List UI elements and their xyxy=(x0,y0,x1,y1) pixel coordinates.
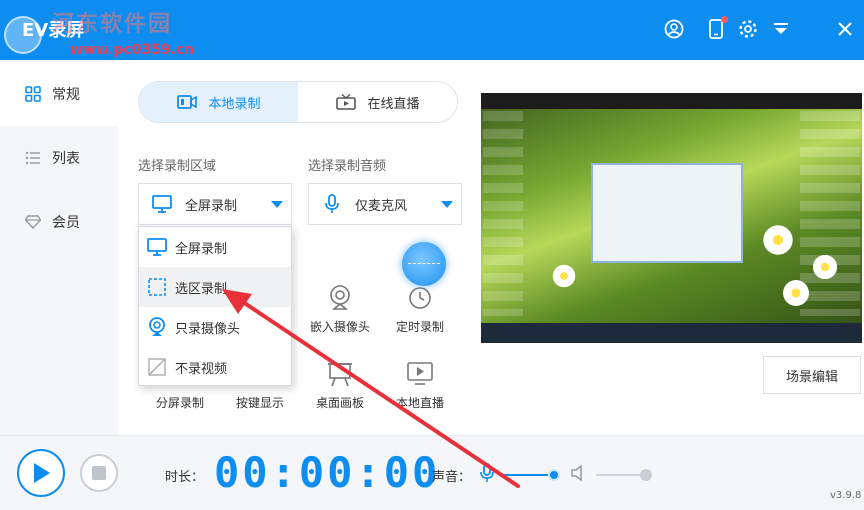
system-volume-slider[interactable] xyxy=(596,469,652,481)
sidebar-item-list[interactable]: 列表 xyxy=(0,126,118,190)
area-label: 选择录制区域 xyxy=(138,159,217,174)
tab-label: 本地录制 xyxy=(208,96,261,112)
dropdown-item-selection[interactable]: 选区录制 xyxy=(139,267,291,307)
tool-embed-webcam[interactable]: 嵌入摄像头 xyxy=(300,284,380,335)
mode-tabs: 本地录制 在线直播 xyxy=(138,81,458,123)
watermark-text: 河东软件园 xyxy=(52,12,173,37)
close-icon[interactable] xyxy=(834,18,856,40)
tool-label: 定时录制 xyxy=(395,320,444,334)
tv-icon xyxy=(335,94,357,110)
play-screen-icon xyxy=(406,360,434,388)
bottom-control-bar: 时长： 00:00:00 声音： v3.9.8 xyxy=(0,435,864,510)
tool-label: 嵌入摄像头 xyxy=(309,320,370,334)
start-record-button[interactable] xyxy=(17,449,65,497)
speaker-icon[interactable] xyxy=(570,464,586,482)
play-icon xyxy=(34,463,50,483)
preview-flower xyxy=(811,253,839,281)
webcam-icon xyxy=(147,317,167,337)
audio-select-value: 仅麦克风 xyxy=(355,198,408,214)
dropdown-item-no-video[interactable]: 不录视频 xyxy=(139,347,291,387)
grid-icon xyxy=(24,85,42,103)
microphone-icon xyxy=(321,194,343,214)
dropdown-item-label: 不录视频 xyxy=(175,361,228,377)
tool-label: 桌面画板 xyxy=(315,396,364,410)
floating-record-widget[interactable] xyxy=(402,242,446,286)
sidebar-item-label: 常规 xyxy=(52,87,80,103)
notification-dot xyxy=(721,16,728,23)
tool-desktop-board[interactable]: 桌面画板 xyxy=(300,360,380,411)
area-select-value: 全屏录制 xyxy=(185,198,238,214)
stop-icon xyxy=(92,466,106,480)
mic-volume-slider[interactable] xyxy=(500,469,560,481)
dropdown-item-label: 选区录制 xyxy=(175,281,228,297)
sidebar-item-general[interactable]: 常规 xyxy=(0,62,118,126)
version-label: v3.9.8 xyxy=(830,490,862,501)
dropdown-item-label: 全屏录制 xyxy=(175,241,228,257)
gear-icon[interactable] xyxy=(737,18,759,40)
phone-icon[interactable] xyxy=(705,16,728,40)
preview-flower xyxy=(761,223,795,257)
monitor-icon xyxy=(151,194,173,214)
stop-record-button[interactable] xyxy=(80,454,118,492)
mic-volume-knob[interactable] xyxy=(548,469,560,481)
tool-label: 按键显示 xyxy=(235,396,284,410)
dropdown-item-webcam-only[interactable]: 只录摄像头 xyxy=(139,307,291,347)
tool-label: 分屏录制 xyxy=(155,396,204,410)
no-video-icon xyxy=(147,357,167,377)
sidebar-item-member[interactable]: 会员 xyxy=(0,190,118,254)
sound-label: 声音： xyxy=(432,470,472,485)
preview-desktop-icons-left xyxy=(483,111,523,316)
tab-live-stream[interactable]: 在线直播 xyxy=(298,82,457,122)
system-volume-fill xyxy=(596,474,646,476)
chevron-down-icon xyxy=(441,201,453,208)
preview-flower xyxy=(781,278,811,308)
tab-label: 在线直播 xyxy=(367,96,420,112)
dropdown-item-fullscreen[interactable]: 全屏录制 xyxy=(139,227,291,267)
screen-preview xyxy=(481,93,862,343)
scene-edit-button[interactable]: 场景编辑 xyxy=(763,356,861,394)
tool-timed-record[interactable]: 定时录制 xyxy=(380,284,460,335)
duration-label: 时长： xyxy=(165,470,205,485)
tool-local-live[interactable]: 本地直播 xyxy=(380,360,460,411)
sidebar: 常规 列表 会员 xyxy=(0,60,118,435)
title-bar: EV录屏 河东软件园 www.pc0359.cn xyxy=(0,0,864,60)
clock-icon xyxy=(406,284,434,312)
microphone-icon[interactable] xyxy=(479,463,495,483)
area-select[interactable]: 全屏录制 xyxy=(138,183,292,225)
video-camera-icon xyxy=(176,94,198,110)
dropdown-icon[interactable] xyxy=(770,18,792,40)
audio-label: 选择录制音频 xyxy=(308,159,387,174)
monitor-icon xyxy=(147,237,167,257)
preview-window xyxy=(591,163,743,263)
selection-icon xyxy=(147,277,167,297)
mic-volume-fill xyxy=(500,474,554,476)
tool-label: 本地直播 xyxy=(395,396,444,410)
audio-select[interactable]: 仅麦克风 xyxy=(308,183,462,225)
webcam-icon xyxy=(326,284,354,312)
preview-top-band xyxy=(481,93,862,109)
list-icon xyxy=(24,149,42,167)
sidebar-item-label: 列表 xyxy=(52,151,80,167)
diamond-icon xyxy=(24,213,42,231)
tab-local-record[interactable]: 本地录制 xyxy=(139,82,298,122)
preview-taskbar xyxy=(481,323,862,343)
system-volume-knob[interactable] xyxy=(640,469,652,481)
sidebar-item-label: 会员 xyxy=(52,215,80,231)
easel-icon xyxy=(326,360,354,388)
duration-timer: 00:00:00 xyxy=(214,448,441,497)
preview-flower xyxy=(551,263,577,289)
chevron-down-icon xyxy=(271,201,283,208)
user-icon[interactable] xyxy=(663,18,685,40)
watermark-url: www.pc0359.cn xyxy=(70,42,195,58)
area-dropdown-menu: 全屏录制 选区录制 只录摄像头 不录视频 xyxy=(138,226,292,386)
dropdown-item-label: 只录摄像头 xyxy=(175,321,241,337)
